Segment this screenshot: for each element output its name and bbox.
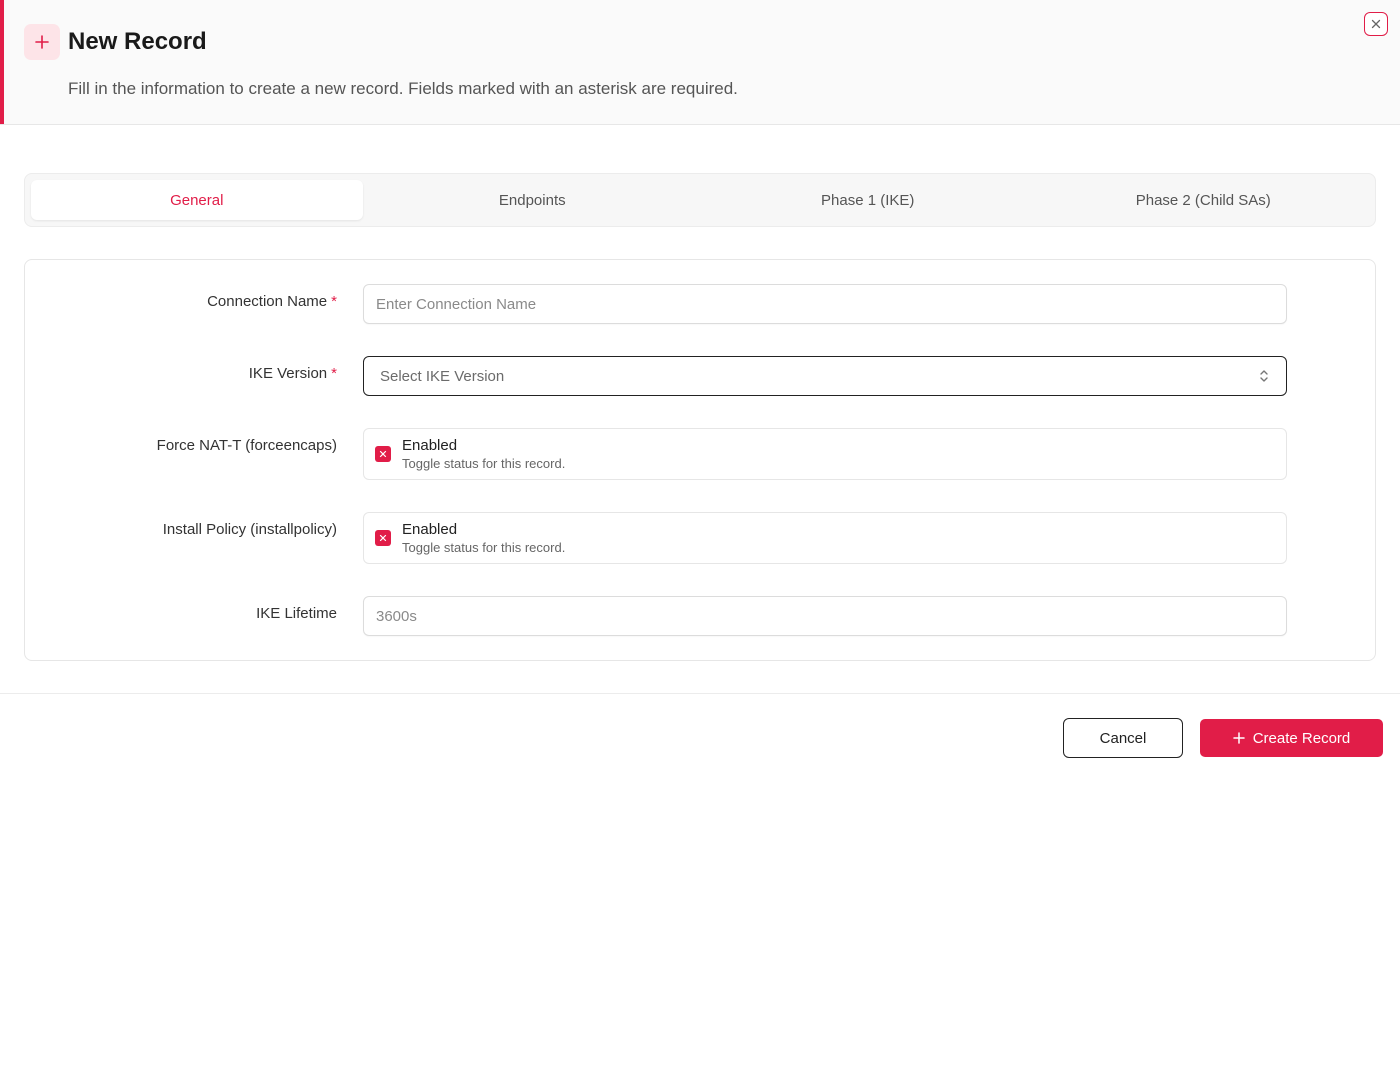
- install-policy-label: Install Policy (installpolicy): [162, 521, 337, 538]
- required-asterisk: *: [331, 365, 337, 382]
- install-policy-checkbox[interactable]: [375, 530, 391, 546]
- tab-phase-2-child-sas[interactable]: Phase 2 (Child SAs): [1038, 180, 1370, 220]
- ike-version-placeholder: Select IKE Version: [380, 367, 505, 385]
- force-nat-t-checkbox[interactable]: [375, 446, 391, 462]
- dialog-title: New Record: [68, 28, 207, 55]
- plus-icon: [1232, 732, 1245, 744]
- ike-version-label-text: IKE Version: [248, 365, 328, 382]
- tab-phase-1-ike[interactable]: Phase 1 (IKE): [702, 180, 1034, 220]
- close-icon: [1371, 19, 1381, 29]
- dialog-header: New Record Fill in the information to cr…: [0, 0, 1400, 125]
- tab-endpoints[interactable]: Endpoints: [367, 180, 699, 220]
- required-asterisk: *: [331, 293, 337, 310]
- force-nat-t-status: Enabled: [402, 437, 458, 454]
- tab-bar: General Endpoints Phase 1 (IKE) Phase 2 …: [24, 173, 1376, 227]
- tab-general[interactable]: General: [31, 180, 363, 220]
- install-policy-toggle[interactable]: Enabled Toggle status for this record.: [363, 512, 1287, 564]
- dialog-footer: Cancel Create Record: [0, 693, 1400, 783]
- cancel-button[interactable]: Cancel: [1063, 718, 1183, 758]
- connection-name-input[interactable]: [363, 284, 1287, 324]
- force-nat-t-label: Force NAT-T (forceencaps): [156, 437, 337, 454]
- connection-name-label-text: Connection Name: [207, 293, 328, 310]
- ike-lifetime-input[interactable]: [363, 596, 1287, 636]
- install-policy-status: Enabled: [402, 521, 458, 538]
- create-record-label: Create Record: [1252, 729, 1351, 747]
- plus-icon: [24, 24, 60, 60]
- connection-name-label: Connection Name *: [207, 293, 337, 310]
- form-card: Connection Name* IKE Version* Select IKE…: [24, 259, 1376, 661]
- force-nat-t-toggle[interactable]: Enabled Toggle status for this record.: [363, 428, 1287, 480]
- chevron-up-down-icon: [1260, 370, 1268, 382]
- install-policy-help: Toggle status for this record.: [402, 540, 566, 555]
- ike-version-select[interactable]: Select IKE Version: [363, 356, 1287, 396]
- create-record-button[interactable]: Create Record: [1200, 719, 1383, 757]
- x-mark-icon: [379, 534, 387, 542]
- dialog-description: Fill in the information to create a new …: [68, 79, 738, 98]
- x-mark-icon: [379, 450, 387, 458]
- force-nat-t-help: Toggle status for this record.: [402, 456, 566, 471]
- ike-version-label: IKE Version *: [249, 365, 337, 382]
- accent-bar: [0, 0, 4, 124]
- ike-lifetime-label: IKE Lifetime: [256, 605, 337, 622]
- close-button[interactable]: [1364, 12, 1388, 36]
